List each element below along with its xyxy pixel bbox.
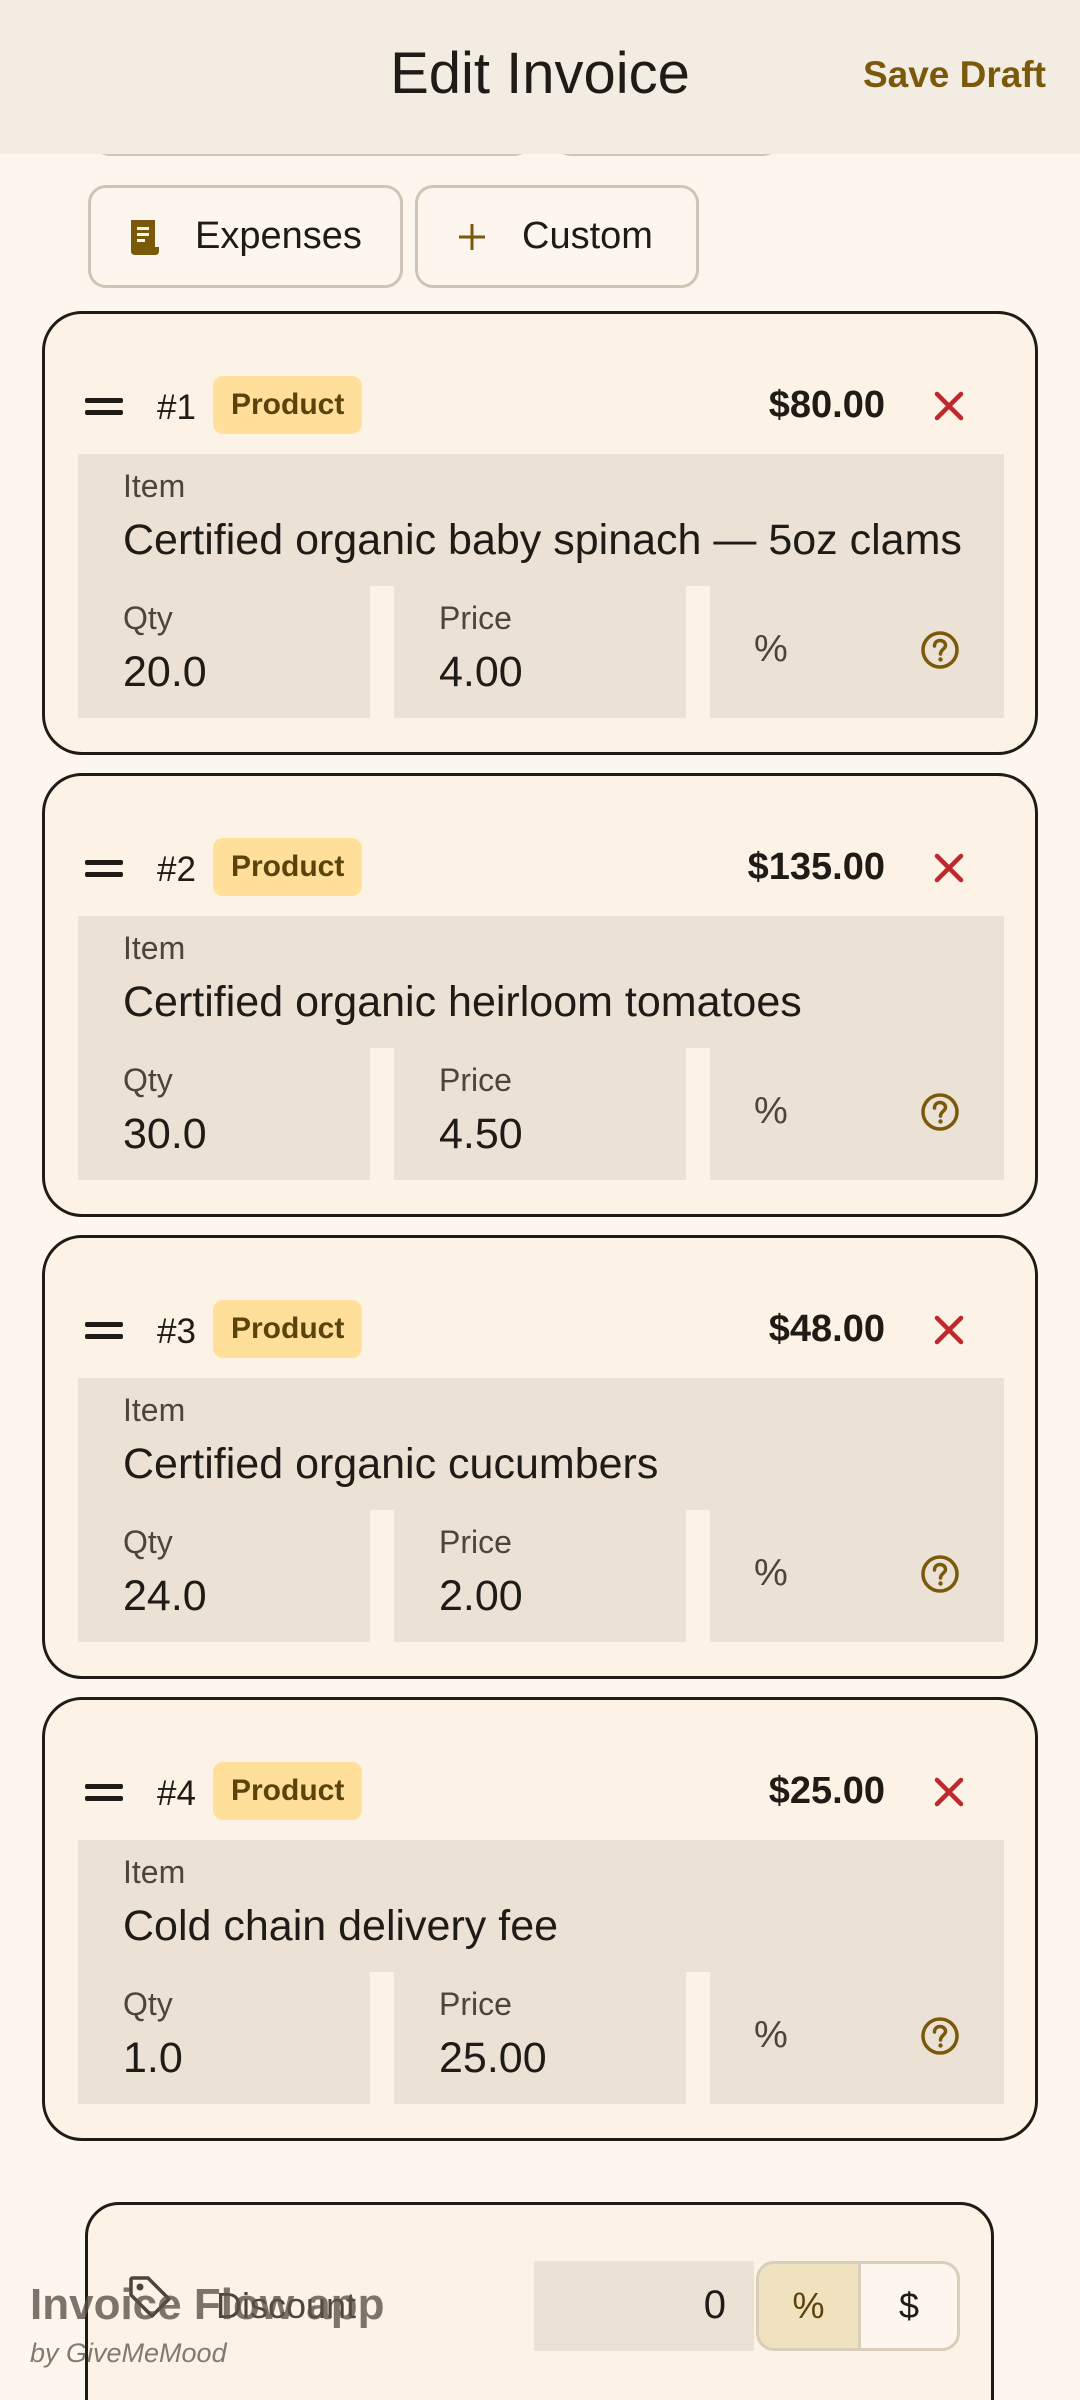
line-item-card: #2 Product $135.00 Item Certified organi…	[42, 773, 1038, 1217]
qty-input[interactable]: 20.0	[123, 648, 207, 697]
type-badge: Product	[213, 1762, 363, 1820]
price-input[interactable]: 25.00	[439, 2034, 547, 2083]
discount-dollar-toggle[interactable]: $	[858, 2261, 960, 2351]
app-bar: Edit Invoice Save Draft	[0, 0, 1080, 154]
discount-value[interactable]: 0	[704, 2283, 726, 2328]
qty-input[interactable]: 30.0	[123, 1110, 207, 1159]
watermark: Invoice Flow app by GiveMeMood	[30, 2280, 385, 2369]
price-label: Price	[439, 1062, 512, 1098]
percent-field[interactable]: %	[710, 1510, 1004, 1642]
qty-input[interactable]: 24.0	[123, 1572, 207, 1621]
help-icon[interactable]	[920, 1554, 960, 1594]
save-draft-button[interactable]: Save Draft	[863, 54, 1046, 96]
close-icon[interactable]	[929, 1772, 969, 1812]
price-field[interactable]: Price 4.00	[394, 586, 686, 718]
percent-label: %	[754, 2014, 788, 2056]
item-field[interactable]: Item Cold chain delivery fee	[78, 1840, 1004, 1972]
percent-field[interactable]: %	[710, 586, 1004, 718]
percent-label: %	[754, 1552, 788, 1594]
watermark-subtitle: by GiveMeMood	[30, 2338, 227, 2368]
item-field[interactable]: Item Certified organic cucumbers	[78, 1378, 1004, 1510]
receipt-icon	[125, 217, 165, 257]
qty-field[interactable]: Qty 30.0	[78, 1048, 370, 1180]
drag-handle-icon[interactable]	[85, 860, 123, 882]
item-label: Item	[123, 1392, 186, 1428]
percent-label: %	[754, 628, 788, 670]
line-item-number: #2	[157, 850, 196, 889]
qty-label: Qty	[123, 1062, 173, 1098]
line-total: $80.00	[768, 384, 885, 426]
price-field[interactable]: Price 4.50	[394, 1048, 686, 1180]
drag-handle-icon[interactable]	[85, 1784, 123, 1806]
type-badge: Product	[213, 1300, 363, 1358]
item-input[interactable]: Certified organic baby spinach — 5oz cla…	[123, 516, 964, 565]
screen: Edit Invoice Save Draft Expenses Custom …	[0, 0, 1080, 2400]
line-item-number: #3	[157, 1312, 196, 1351]
line-item-card: #4 Product $25.00 Item Cold chain delive…	[42, 1697, 1038, 2141]
discount-input[interactable]: 0	[534, 2261, 754, 2351]
watermark-title: Invoice Flow app	[30, 2280, 385, 2329]
expenses-chip-label: Expenses	[195, 215, 362, 257]
price-field[interactable]: Price 2.00	[394, 1510, 686, 1642]
line-item-card: #1 Product $80.00 Item Certified organic…	[42, 311, 1038, 755]
qty-label: Qty	[123, 600, 173, 636]
percent-field[interactable]: %	[710, 1048, 1004, 1180]
qty-label: Qty	[123, 1524, 173, 1560]
line-item-number: #4	[157, 1774, 196, 1813]
help-icon[interactable]	[920, 2016, 960, 2056]
item-field[interactable]: Item Certified organic heirloom tomatoes	[78, 916, 1004, 1048]
close-icon[interactable]	[929, 1310, 969, 1350]
price-label: Price	[439, 1986, 512, 2022]
discount-percent-toggle[interactable]: %	[756, 2261, 861, 2351]
plus-icon	[452, 217, 492, 257]
qty-field[interactable]: Qty 24.0	[78, 1510, 370, 1642]
custom-chip-label: Custom	[522, 215, 653, 257]
close-icon[interactable]	[929, 848, 969, 888]
percent-label: %	[754, 1090, 788, 1132]
drag-handle-icon[interactable]	[85, 1322, 123, 1344]
line-total: $48.00	[768, 1308, 885, 1350]
item-input[interactable]: Cold chain delivery fee	[123, 1902, 964, 1951]
item-input[interactable]: Certified organic heirloom tomatoes	[123, 978, 964, 1027]
close-icon[interactable]	[929, 386, 969, 426]
item-label: Item	[123, 930, 186, 966]
line-item-number: #1	[157, 388, 196, 427]
price-input[interactable]: 4.50	[439, 1110, 523, 1159]
line-total: $25.00	[768, 1770, 885, 1812]
drag-handle-icon[interactable]	[85, 398, 123, 420]
item-label: Item	[123, 1854, 186, 1890]
item-input[interactable]: Certified organic cucumbers	[123, 1440, 964, 1489]
qty-input[interactable]: 1.0	[123, 2034, 183, 2083]
add-custom-chip[interactable]: Custom	[415, 185, 699, 288]
item-field[interactable]: Item Certified organic baby spinach — 5o…	[78, 454, 1004, 586]
percent-field[interactable]: %	[710, 1972, 1004, 2104]
price-input[interactable]: 2.00	[439, 1572, 523, 1621]
qty-field[interactable]: Qty 1.0	[78, 1972, 370, 2104]
qty-field[interactable]: Qty 20.0	[78, 586, 370, 718]
price-field[interactable]: Price 25.00	[394, 1972, 686, 2104]
type-badge: Product	[213, 838, 363, 896]
line-item-card: #3 Product $48.00 Item Certified organic…	[42, 1235, 1038, 1679]
item-label: Item	[123, 468, 186, 504]
line-total: $135.00	[747, 846, 885, 888]
qty-label: Qty	[123, 1986, 173, 2022]
help-icon[interactable]	[920, 1092, 960, 1132]
type-badge: Product	[213, 376, 363, 434]
add-expenses-chip[interactable]: Expenses	[88, 185, 403, 288]
price-label: Price	[439, 600, 512, 636]
help-icon[interactable]	[920, 630, 960, 670]
price-label: Price	[439, 1524, 512, 1560]
price-input[interactable]: 4.00	[439, 648, 523, 697]
